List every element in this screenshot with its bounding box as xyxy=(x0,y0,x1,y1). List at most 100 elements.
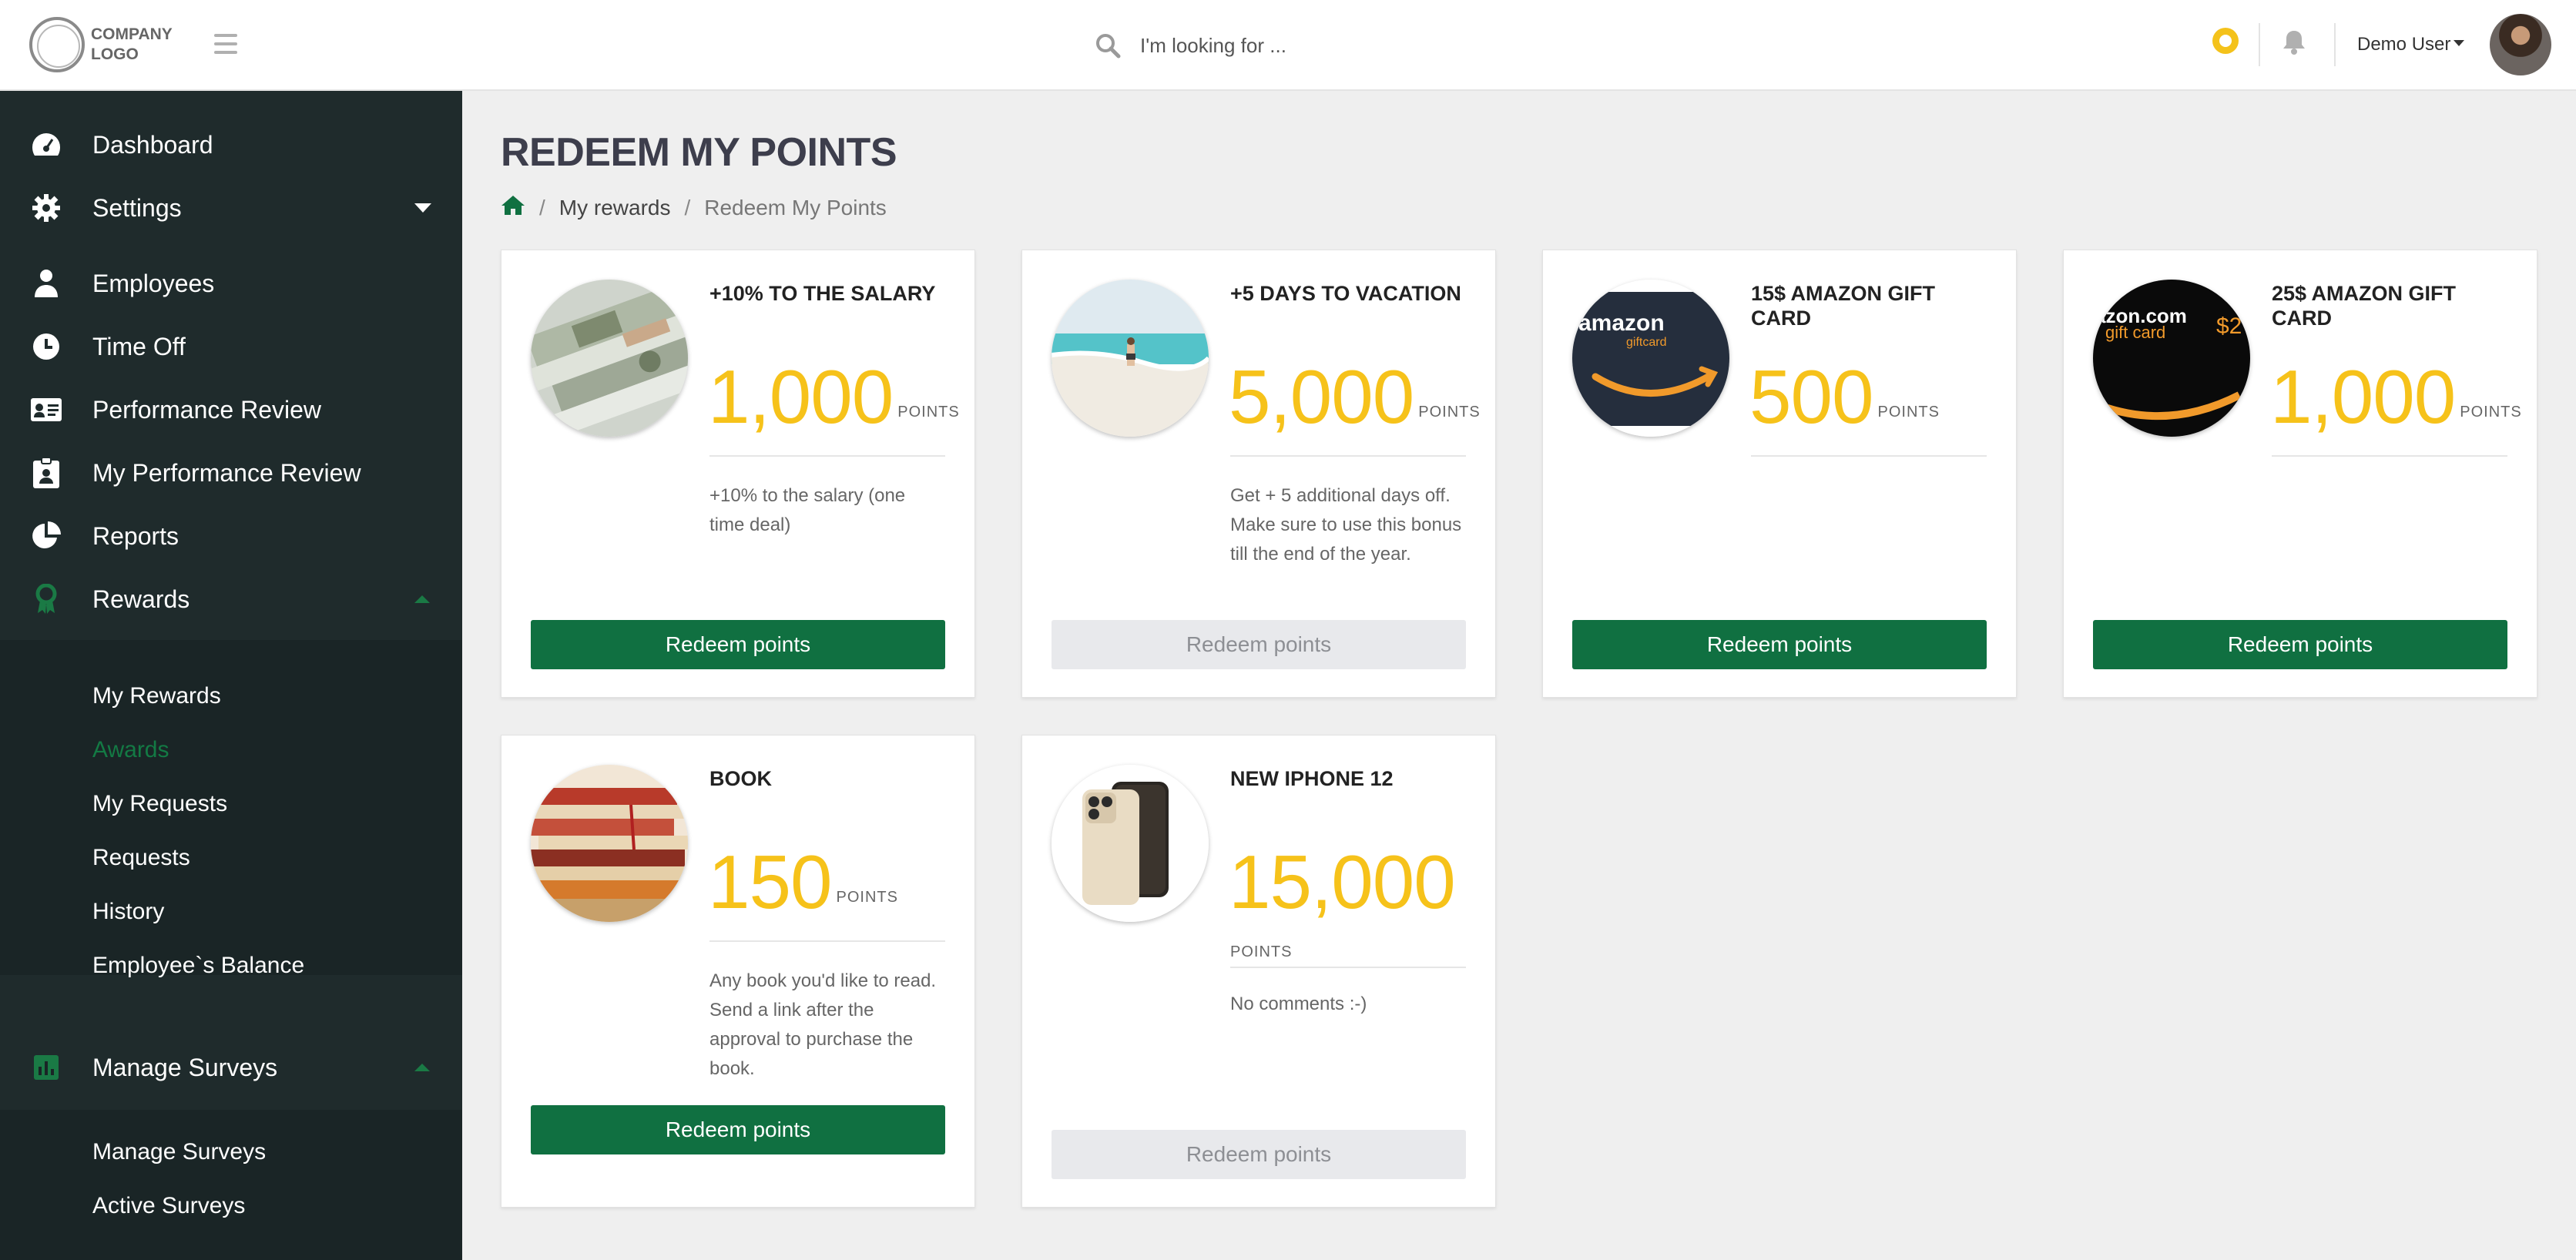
submenu-item-my-rewards[interactable]: My Rewards xyxy=(92,683,221,709)
award-icon xyxy=(29,582,63,616)
redeem-points-button[interactable]: Redeem points xyxy=(1572,620,1987,669)
sidebar: Dashboard Settings Employees Time Off Pe… xyxy=(0,91,462,1260)
submenu-item-awards[interactable]: Awards xyxy=(92,737,169,763)
submenu-item-my-requests[interactable]: My Requests xyxy=(92,791,227,817)
card-points: 1,000 POINTS xyxy=(2270,358,2522,451)
chevron-down-icon xyxy=(414,203,431,213)
points-label: POINTS xyxy=(1230,943,1293,960)
redeem-points-button[interactable]: Redeem points xyxy=(531,1105,945,1154)
submenu-item-history[interactable]: History xyxy=(92,899,164,925)
chevron-up-icon xyxy=(414,1064,430,1071)
points-label: POINTS xyxy=(2460,404,2522,421)
card-points: 15,000 xyxy=(1229,843,1456,920)
money-stack-image xyxy=(531,280,688,437)
sidebar-item-label: Rewards xyxy=(92,585,190,613)
sidebar-item-employees[interactable]: Employees xyxy=(0,256,462,310)
sidebar-item-label: Settings xyxy=(92,193,182,222)
card-title: BOOK xyxy=(709,767,772,790)
beach-image xyxy=(1052,280,1209,437)
amazon-gift-card-25-image: azon.com gift card $2 xyxy=(2093,280,2250,437)
card-title: +5 DAYS TO VACATION xyxy=(1230,282,1461,305)
points-value: 1,000 xyxy=(708,354,894,439)
sidebar-item-settings[interactable]: Settings xyxy=(0,181,462,235)
badge-icon xyxy=(29,456,63,490)
breadcrumb-separator: / xyxy=(539,195,545,219)
header-divider xyxy=(2334,23,2336,66)
sidebar-item-label: Manage Surveys xyxy=(92,1053,278,1081)
bell-icon[interactable] xyxy=(2282,29,2306,59)
logo-text: COMPANY LOGO xyxy=(91,25,173,63)
card-title: +10% TO THE SALARY xyxy=(709,282,936,305)
sidebar-item-label: Time Off xyxy=(92,332,186,360)
points-value: 1,000 xyxy=(2270,354,2456,439)
submenu-item-employees-balance[interactable]: Employee`s Balance xyxy=(92,953,304,979)
user-icon xyxy=(29,266,63,300)
top-header: COMPANY LOGO Demo User xyxy=(0,0,2576,91)
home-icon[interactable] xyxy=(501,194,525,221)
chevron-down-icon xyxy=(2454,39,2465,46)
help-icon[interactable] xyxy=(2212,28,2239,54)
amazon-logo-text: amazon xyxy=(1578,310,1665,336)
sidebar-item-reports[interactable]: Reports xyxy=(0,509,462,563)
reward-card-amazon-25: azon.com gift card $2 25$ AMAZON GIFT CARD… xyxy=(2063,250,2537,698)
breadcrumb-my-rewards[interactable]: My rewards xyxy=(559,196,671,220)
redeem-points-button[interactable]: Redeem points xyxy=(531,620,945,669)
gift-card-text: giftcard xyxy=(1626,336,1666,349)
sidebar-item-my-performance-review[interactable]: My Performance Review xyxy=(0,446,462,500)
card-title: NEW IPHONE 12 xyxy=(1230,767,1394,790)
points-label: POINTS xyxy=(1877,404,1940,421)
menu-toggle-icon[interactable] xyxy=(214,34,237,54)
rewards-submenu: My Rewards Awards My Requests Requests H… xyxy=(0,640,462,978)
points-label: POINTS xyxy=(1418,404,1481,421)
dashboard-icon xyxy=(29,128,63,162)
breadcrumb: / My rewards / Redeem My Points xyxy=(501,194,887,221)
card-divider xyxy=(1230,455,1466,457)
page-title: REDEEM MY POINTS xyxy=(501,130,897,175)
card-points: 150 POINTS xyxy=(708,843,898,936)
breadcrumb-current: Redeem My Points xyxy=(704,195,887,219)
submenu-item-active-surveys[interactable]: Active Surveys xyxy=(92,1193,245,1219)
redeem-points-button[interactable]: Redeem points xyxy=(2093,620,2507,669)
avatar[interactable] xyxy=(2490,14,2551,75)
header-divider xyxy=(2259,23,2260,66)
sidebar-item-label: Employees xyxy=(92,269,215,297)
sidebar-item-rewards[interactable]: Rewards xyxy=(0,572,462,626)
card-title: 25$ AMAZON GIFT CARD xyxy=(2272,282,2457,330)
reward-card-salary: +10% TO THE SALARY 1,000 POINTS +10% to t… xyxy=(501,250,975,698)
sidebar-item-dashboard[interactable]: Dashboard xyxy=(0,118,462,172)
search-input[interactable] xyxy=(1140,33,1525,58)
card-description: Any book you'd like to read. Send a link… xyxy=(709,970,937,1079)
points-value: 15,000 xyxy=(1229,839,1456,924)
user-menu[interactable]: Demo User xyxy=(2357,34,2465,55)
company-logo[interactable]: COMPANY LOGO xyxy=(29,17,183,72)
sidebar-item-time-off[interactable]: Time Off xyxy=(0,320,462,374)
sidebar-item-label: My Performance Review xyxy=(92,458,361,487)
reward-card-book: BOOK 150 POINTS Any book you'd like to re… xyxy=(501,735,975,1208)
sidebar-item-label: Dashboard xyxy=(92,130,213,159)
card-description: +10% to the salary (one time deal) xyxy=(709,485,906,535)
card-divider xyxy=(709,455,945,457)
card-points: 500 POINTS xyxy=(1749,358,1940,451)
card-divider xyxy=(1751,455,1987,457)
redeem-points-button[interactable]: Redeem points xyxy=(1052,620,1466,669)
redeem-points-button[interactable]: Redeem points xyxy=(1052,1130,1466,1179)
card-divider xyxy=(709,940,945,942)
sidebar-item-manage-surveys[interactable]: Manage Surveys xyxy=(0,1041,462,1094)
reward-card-iphone: NEW IPHONE 12 15,000 POINTS No comments … xyxy=(1021,735,1496,1208)
submenu-item-requests[interactable]: Requests xyxy=(92,845,190,871)
submenu-item-manage-surveys[interactable]: Manage Surveys xyxy=(92,1139,266,1165)
bar-chart-icon xyxy=(29,1051,63,1084)
card-description: Get + 5 additional days off. Make sure t… xyxy=(1230,485,1462,565)
sidebar-item-label: Performance Review xyxy=(92,395,321,424)
card-points: 5,000 POINTS xyxy=(1229,358,1481,451)
breadcrumb-separator: / xyxy=(684,195,691,219)
card-divider xyxy=(2272,455,2507,457)
books-image xyxy=(531,765,688,922)
points-value: 500 xyxy=(1749,354,1874,439)
sidebar-item-performance-review[interactable]: Performance Review xyxy=(0,383,462,437)
amazon-gift-card-image: amazon giftcard xyxy=(1572,280,1729,437)
card-divider xyxy=(1230,967,1466,968)
search-icon xyxy=(1096,34,1121,59)
surveys-submenu: Manage Surveys Active Surveys xyxy=(0,1110,462,1260)
points-value: 150 xyxy=(708,839,833,924)
